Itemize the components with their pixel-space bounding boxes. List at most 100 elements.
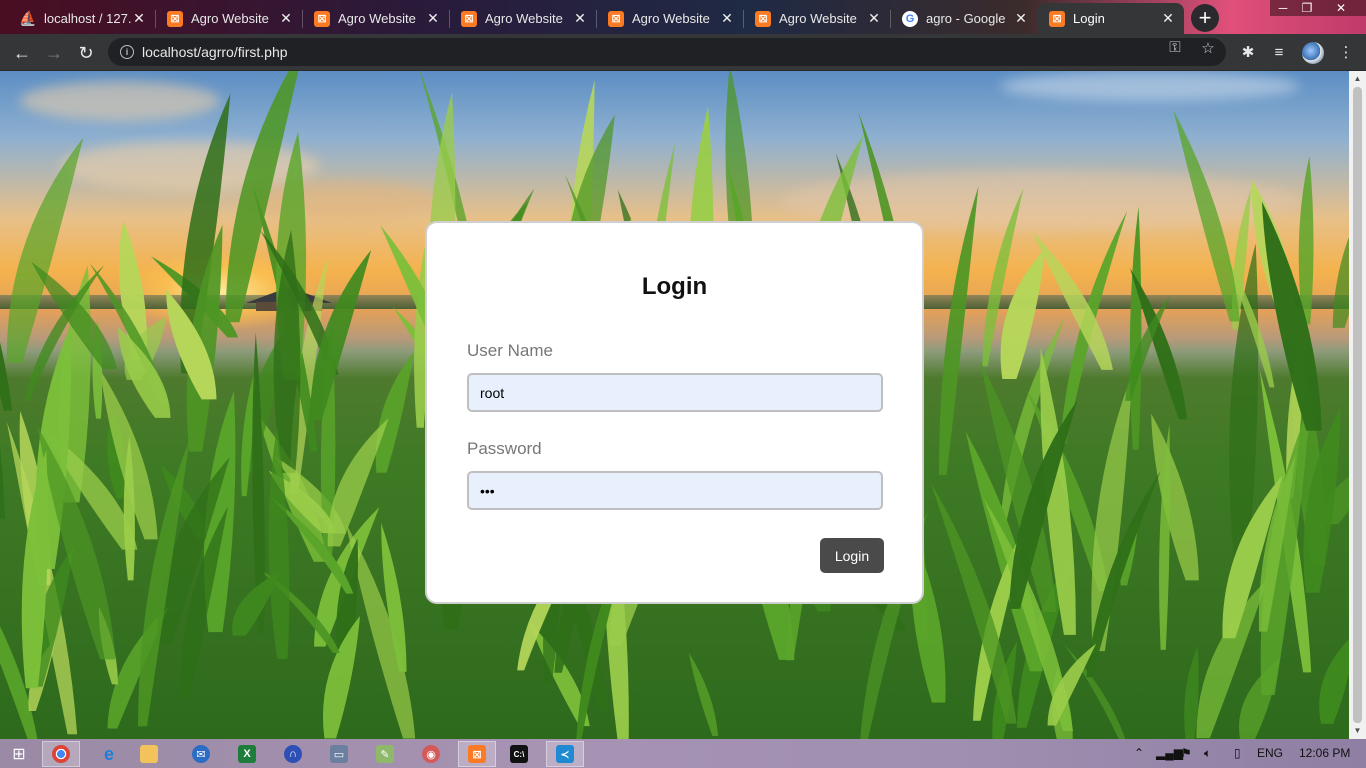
username-label: User Name	[467, 341, 553, 360]
close-icon[interactable]: ✕	[572, 10, 588, 27]
tab-agro-website-2[interactable]: ⊠ Agro Website ✕	[302, 3, 449, 34]
login-heading: Login	[641, 273, 708, 300]
page-scrollbar[interactable]: ▲ ▼	[1349, 71, 1366, 739]
xampp-icon: ⊠	[461, 10, 477, 27]
taskbar-display-app[interactable]: ▭	[320, 741, 358, 767]
tab-title: Agro Website	[779, 11, 857, 26]
start-button[interactable]: ⊞	[0, 741, 38, 767]
excel-icon: X	[238, 745, 256, 763]
taskbar-chrome[interactable]	[42, 741, 80, 767]
close-icon[interactable]: ✕	[1160, 10, 1176, 27]
corn-leaf	[1298, 156, 1314, 325]
phpmyadmin-icon: ⛵	[19, 10, 37, 26]
close-icon[interactable]: ✕	[866, 10, 882, 27]
xampp-icon: ⊠	[755, 10, 771, 27]
password-label: Password	[467, 439, 542, 458]
tab-title: Login	[1073, 11, 1105, 26]
flag-icon[interactable]: ⚑	[1181, 746, 1192, 760]
folder-icon	[140, 745, 158, 763]
taskbar-notepad[interactable]: ✎	[366, 741, 404, 767]
browser-toolbar: ← → ↻ i localhost/agrro/first.php ⚿ ☆ ✱ …	[0, 34, 1366, 71]
close-icon[interactable]: ✕	[1013, 10, 1029, 27]
scroll-thumb[interactable]	[1353, 87, 1362, 723]
tab-login[interactable]: ⊠ Login ✕	[1037, 3, 1184, 34]
address-bar[interactable]: i localhost/agrro/first.php	[108, 38, 1226, 66]
clock[interactable]: 12:06 PM	[1299, 746, 1350, 760]
back-button[interactable]: ←	[8, 39, 36, 67]
forward-button[interactable]: →	[40, 39, 68, 67]
tab-title: Agro Website	[632, 11, 710, 26]
close-window-button[interactable]: ✕	[1326, 0, 1356, 16]
google-icon: G	[902, 10, 918, 27]
xampp-icon: ⊠	[167, 10, 183, 27]
media-queue-icon[interactable]: ≡	[1269, 42, 1289, 62]
login-card: Login User Name root Password ••• Login	[425, 221, 924, 604]
taskbar-internet-explorer[interactable]: e	[90, 741, 128, 767]
tab-phpmyadmin[interactable]: ⛵ localhost / 127. ✕	[8, 3, 155, 34]
tab-google-search[interactable]: G agro - Google ✕	[890, 3, 1037, 34]
mail-icon: ✉	[192, 745, 210, 763]
xampp-icon: ⊠	[314, 10, 330, 27]
taskbar-file-explorer[interactable]	[130, 741, 168, 767]
monitor-icon: ▭	[330, 745, 348, 763]
new-tab-button[interactable]: +	[1191, 4, 1219, 32]
taskbar-paint[interactable]: ◉	[412, 741, 450, 767]
close-icon[interactable]: ✕	[425, 10, 441, 27]
taskbar-command-prompt[interactable]: C:\	[500, 741, 538, 767]
corn-leaf	[688, 652, 719, 736]
tab-title: Agro Website	[338, 11, 416, 26]
username-input[interactable]: root	[467, 373, 883, 412]
corn-leaf	[1332, 236, 1349, 328]
arrow-left-icon: ←	[13, 42, 31, 63]
profile-avatar[interactable]	[1302, 42, 1324, 64]
language-indicator[interactable]: ENG	[1257, 746, 1283, 760]
corn-leaf	[0, 342, 13, 411]
key-icon[interactable]: ⚿	[1166, 39, 1184, 56]
network-icon[interactable]: ▂▄▆	[1156, 746, 1183, 760]
close-icon[interactable]: ✕	[131, 10, 147, 27]
restore-button[interactable]: ❐	[1292, 0, 1322, 16]
xampp-icon: ⊠	[468, 745, 486, 763]
tab-agro-website-5[interactable]: ⊠ Agro Website ✕	[743, 3, 890, 34]
menu-icon[interactable]: ⋮	[1336, 42, 1356, 62]
taskbar-excel[interactable]: X	[228, 741, 266, 767]
corn-leaf	[327, 418, 389, 547]
tab-strip: ⛵ localhost / 127. ✕ ⊠ Agro Website ✕ ⊠ …	[0, 0, 1366, 34]
corn-leaf	[1319, 639, 1349, 724]
taskbar-outlook[interactable]: ✉	[182, 741, 220, 767]
scroll-up-icon[interactable]: ▲	[1353, 74, 1362, 84]
corn-leaf	[1151, 413, 1199, 581]
url-text[interactable]: localhost/agrro/first.php	[142, 44, 1226, 60]
login-button[interactable]: Login	[820, 538, 884, 573]
taskbar-vscode[interactable]: ≺	[546, 741, 584, 767]
windows-icon: ⊞	[12, 746, 26, 763]
reload-button[interactable]: ↻	[72, 39, 100, 67]
extensions-icon[interactable]: ✱	[1238, 42, 1258, 62]
internet-explorer-icon: e	[103, 743, 114, 764]
taskbar-headset-app[interactable]: ∩	[274, 741, 312, 767]
tab-title: agro - Google	[926, 11, 1006, 26]
corn-leaf	[1173, 110, 1240, 322]
tab-agro-website-1[interactable]: ⊠ Agro Website ✕	[155, 3, 302, 34]
plus-icon: +	[1198, 5, 1212, 30]
close-icon[interactable]: ✕	[278, 10, 294, 27]
tab-agro-website-4[interactable]: ⊠ Agro Website ✕	[596, 3, 743, 34]
close-icon[interactable]: ✕	[719, 10, 735, 27]
password-input[interactable]: •••	[467, 471, 883, 510]
headset-icon: ∩	[284, 745, 302, 763]
corn-leaf	[938, 186, 979, 476]
star-icon[interactable]: ☆	[1199, 39, 1217, 57]
corn-leaf	[1129, 206, 1142, 450]
corn-leaf	[1091, 373, 1133, 652]
scroll-down-icon[interactable]: ▼	[1353, 726, 1362, 736]
info-icon[interactable]: i	[120, 45, 134, 59]
battery-icon[interactable]: ▯	[1234, 746, 1241, 760]
tab-agro-website-3[interactable]: ⊠ Agro Website ✕	[449, 3, 596, 34]
taskbar-xampp[interactable]: ⊠	[458, 741, 496, 767]
chevron-up-icon[interactable]: ⌃	[1134, 746, 1144, 760]
volume-icon[interactable]: 🔈︎	[1204, 746, 1211, 761]
tab-title: Agro Website	[485, 11, 563, 26]
corn-leaf	[1184, 646, 1199, 739]
chrome-icon	[52, 745, 70, 763]
xampp-icon: ⊠	[1049, 10, 1065, 27]
